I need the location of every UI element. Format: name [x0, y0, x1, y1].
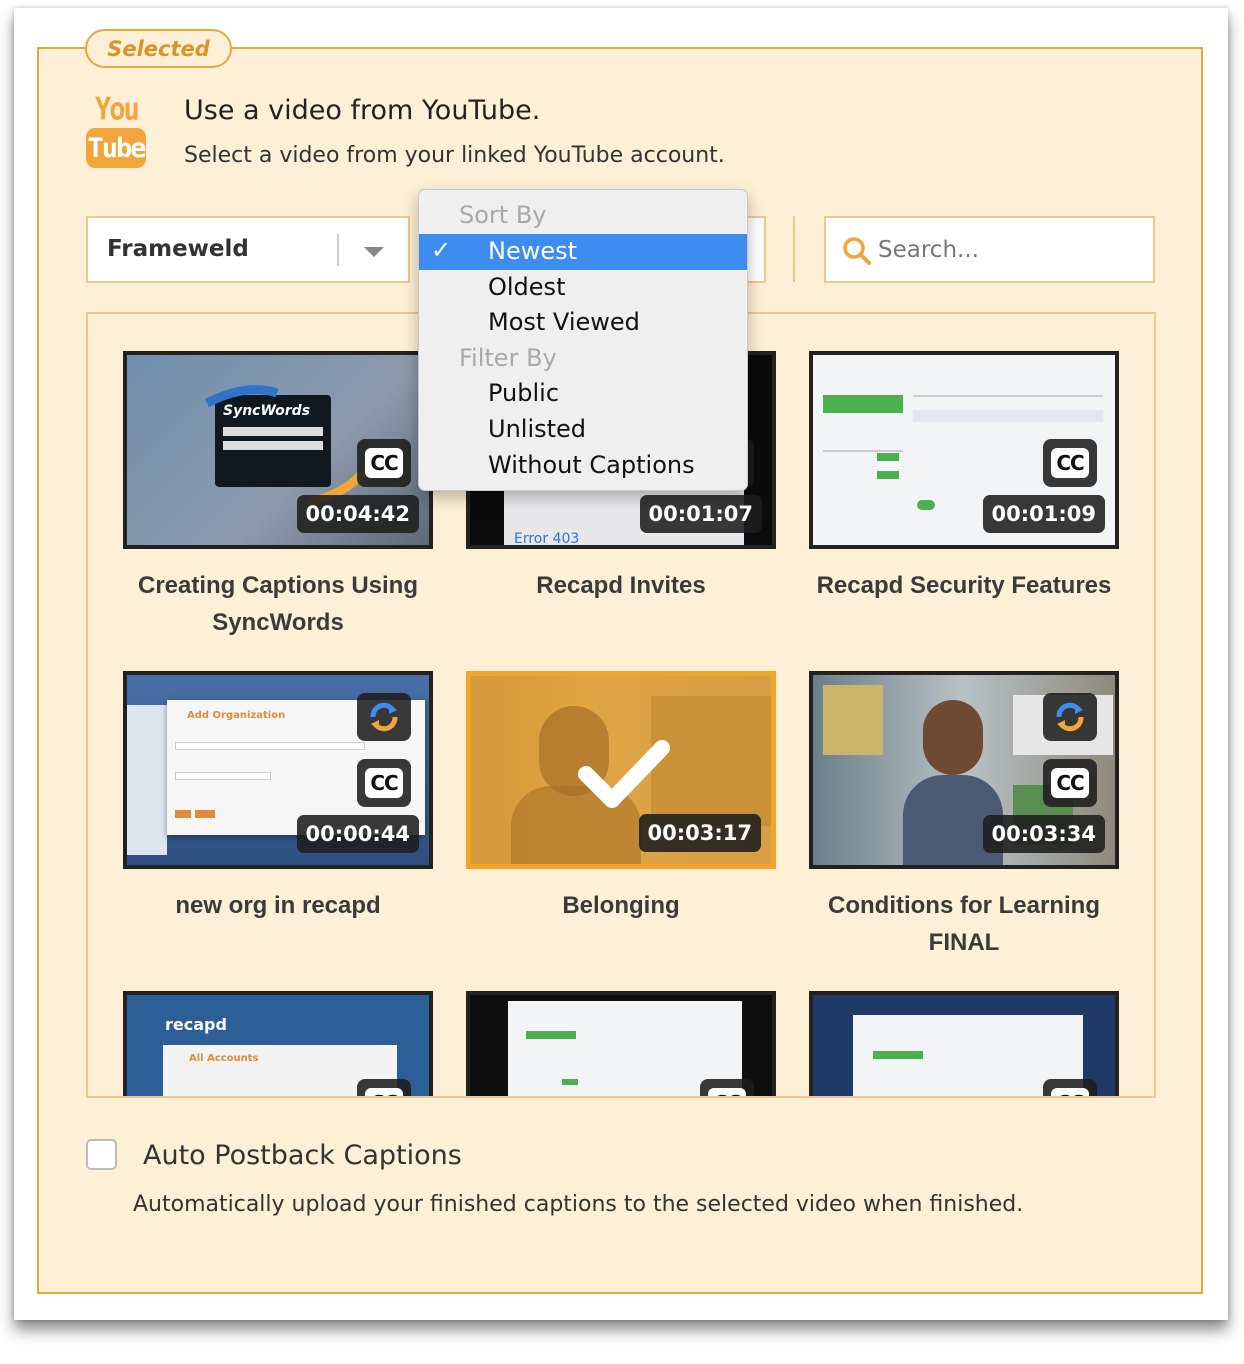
filter-by-header: Filter By: [459, 344, 557, 372]
video-thumbnail[interactable]: CC: [809, 991, 1119, 1096]
cc-badge: CC: [700, 1079, 754, 1096]
video-title: Belonging: [562, 892, 680, 919]
video-title: Conditions for Learning FINAL: [828, 892, 1100, 956]
sync-icon: [370, 702, 398, 732]
error-text: Error 403: [514, 531, 580, 545]
video-title: new org in recapd: [175, 892, 381, 919]
cc-badge: CC: [1043, 759, 1097, 807]
dialog-title: Add Organization: [187, 710, 286, 721]
video-duration: 00:01:07: [639, 495, 762, 533]
toolbar-divider: [793, 216, 795, 282]
sync-icon: [1056, 702, 1084, 732]
video-duration: 00:03:34: [982, 815, 1105, 853]
video-thumbnail[interactable]: CC 00:03:34: [809, 671, 1119, 869]
cc-icon: CC: [1051, 1088, 1089, 1096]
video-tile[interactable]: CC: [809, 991, 1119, 1096]
menu-item-public[interactable]: Public: [419, 376, 747, 412]
video-tile-selected[interactable]: 00:03:17 Belonging: [466, 671, 776, 924]
cc-icon: CC: [365, 768, 403, 798]
sync-badge: [1043, 693, 1097, 741]
video-title: Recapd Invites: [536, 572, 706, 599]
cc-icon: CC: [1051, 448, 1089, 478]
cc-icon: CC: [365, 448, 403, 478]
auto-postback-label: Auto Postback Captions: [143, 1140, 462, 1171]
menu-item-most-viewed[interactable]: Most Viewed: [419, 305, 747, 341]
select-divider: [337, 234, 339, 266]
account-select[interactable]: Frameweld: [86, 216, 410, 283]
cc-badge: CC: [357, 439, 411, 487]
menu-item-newest[interactable]: ✓ Newest: [419, 234, 747, 270]
video-title: Creating Captions Using SyncWords: [137, 572, 419, 636]
start-event-button-graphic: [823, 395, 903, 413]
auto-postback-description: Automatically upload your finished capti…: [133, 1192, 1024, 1217]
recapd-logo-text: recapd: [165, 1015, 227, 1034]
video-thumbnail[interactable]: 00:03:17: [466, 671, 776, 869]
youtube-logo: You Tube: [86, 92, 147, 168]
video-thumbnail[interactable]: recapd All Accounts CC: [123, 991, 433, 1096]
video-tile[interactable]: recapd All Accounts CC: [123, 991, 433, 1096]
youtube-logo-you: You: [95, 92, 140, 128]
auto-postback-checkbox[interactable]: [86, 1139, 117, 1170]
cc-badge: CC: [1043, 439, 1097, 487]
cc-badge: CC: [357, 759, 411, 807]
video-tile[interactable]: CC: [466, 991, 776, 1096]
video-tile[interactable]: Add Organization CC 00:00:44 new org in …: [123, 671, 433, 924]
sort-dropdown-menu[interactable]: Sort By ✓ Newest Oldest Most Viewed Filt…: [418, 189, 748, 491]
video-duration: 00:03:17: [638, 814, 761, 852]
menu-item-oldest[interactable]: Oldest: [419, 270, 747, 306]
search-input[interactable]: [878, 230, 1138, 270]
video-thumbnail[interactable]: CC 00:01:09: [809, 351, 1119, 549]
checkmark-icon: [578, 740, 670, 808]
menu-item-unlisted[interactable]: Unlisted: [419, 412, 747, 448]
search-icon: [843, 237, 871, 265]
account-select-value: Frameweld: [107, 236, 249, 262]
video-thumbnail[interactable]: Add Organization CC 00:00:44: [123, 671, 433, 869]
video-title: Recapd Security Features: [816, 572, 1112, 599]
video-tile[interactable]: CC 00:03:34 Conditions for Learning FINA…: [809, 671, 1119, 961]
cc-badge: CC: [357, 1079, 411, 1096]
cc-badge: CC: [1043, 1079, 1097, 1096]
person-silhouette: [923, 700, 983, 775]
all-accounts-text: All Accounts: [189, 1053, 259, 1064]
sync-badge: [357, 693, 411, 741]
video-duration: 00:04:42: [296, 495, 419, 533]
source-title: Use a video from YouTube.: [184, 95, 541, 126]
cc-icon: CC: [708, 1088, 746, 1096]
video-duration: 00:01:09: [982, 495, 1105, 533]
cc-icon: CC: [1051, 768, 1089, 798]
video-tile[interactable]: SyncWords CC 00:04:42 Creating Captions …: [123, 351, 433, 641]
menu-item-without-captions[interactable]: Without Captions: [419, 448, 747, 484]
cc-icon: CC: [365, 1088, 403, 1096]
chevron-down-icon[interactable]: [364, 247, 384, 257]
source-subtitle: Select a video from your linked YouTube …: [184, 143, 725, 168]
youtube-logo-tube: Tube: [86, 128, 147, 168]
search-box[interactable]: [824, 216, 1155, 283]
video-thumbnail[interactable]: SyncWords CC 00:04:42: [123, 351, 433, 549]
video-tile[interactable]: CC 00:01:09 Recapd Security Features: [809, 351, 1119, 604]
sort-by-header: Sort By: [459, 201, 547, 229]
checkmark-icon: ✓: [431, 236, 452, 264]
video-thumbnail[interactable]: CC: [466, 991, 776, 1096]
video-duration: 00:00:44: [296, 815, 419, 853]
selected-badge: Selected: [85, 29, 232, 68]
